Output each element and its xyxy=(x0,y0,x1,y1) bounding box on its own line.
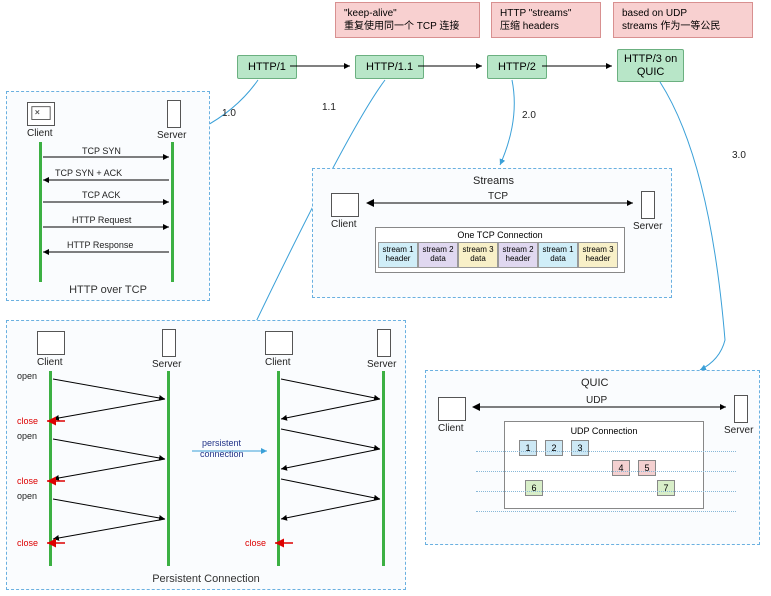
flow-label-30: 3.0 xyxy=(732,150,746,161)
callout-quic: based on UDP streams 作为一等公民 xyxy=(613,2,753,38)
flow-label-20: 2.0 xyxy=(522,110,536,121)
stream-cells-row: stream 1headerstream 2datastream 3datast… xyxy=(378,242,622,268)
node-http3: HTTP/3 on QUIC xyxy=(617,49,684,82)
label-open: open xyxy=(17,431,37,441)
udp-label: UDP xyxy=(586,395,607,406)
quic-packet: 4 xyxy=(612,460,630,476)
quic-row-2: 45 xyxy=(511,460,697,480)
quic-packet: 3 xyxy=(571,440,589,456)
label-close: close xyxy=(17,538,38,548)
quic-row-1: 123 xyxy=(511,440,697,460)
dotted-line xyxy=(476,511,736,512)
http3-line1: HTTP/3 on xyxy=(624,53,677,66)
node-http2: HTTP/2 xyxy=(487,55,547,79)
dotted-line xyxy=(476,471,736,472)
stream-cell: stream 3data xyxy=(458,242,498,268)
callout-keepalive: "keep-alive" 重复使用同一个 TCP 连接 xyxy=(335,2,480,38)
panel-streams: Streams Client Server TCP One TCP Connec… xyxy=(312,168,672,298)
label-close: close xyxy=(245,538,266,548)
node-http11: HTTP/1.1 xyxy=(355,55,424,79)
one-tcp-title: One TCP Connection xyxy=(378,230,622,240)
callout-streams: HTTP "streams" 压缩 headers xyxy=(491,2,601,38)
panel-http-over-tcp: HTTP over TCP Client Server TCP SYN TCP … xyxy=(6,91,210,301)
quic-packet: 1 xyxy=(519,440,537,456)
panel-quic: QUIC Client Server UDP UDP Connection 12… xyxy=(425,370,760,545)
quic-row-3: 67 xyxy=(511,480,697,500)
quic-packet: 7 xyxy=(657,480,675,496)
msg-ack: TCP ACK xyxy=(82,190,120,200)
udp-conn-title: UDP Connection xyxy=(511,426,697,436)
stream-cell: stream 2data xyxy=(418,242,458,268)
dotted-line xyxy=(476,451,736,452)
pc-label2: connection xyxy=(200,449,244,459)
http3-line2: QUIC xyxy=(624,66,677,79)
callout-line: 压缩 headers xyxy=(500,20,592,33)
quic-packet: 5 xyxy=(638,460,656,476)
flow-label-11: 1.1 xyxy=(322,102,336,113)
udp-conn-box: UDP Connection 123 45 67 xyxy=(504,421,704,509)
label-close: close xyxy=(17,476,38,486)
label-close: close xyxy=(17,416,38,426)
label-open: open xyxy=(17,371,37,381)
stream-cell: stream 3header xyxy=(578,242,618,268)
callout-line: based on UDP xyxy=(622,7,744,20)
stream-cell: stream 1header xyxy=(378,242,418,268)
pc-label1: persistent xyxy=(202,438,241,448)
callout-line: "keep-alive" xyxy=(344,7,471,20)
dotted-line xyxy=(476,491,736,492)
quic-packet: 6 xyxy=(525,480,543,496)
callout-line: 重复使用同一个 TCP 连接 xyxy=(344,20,471,33)
msg-res: HTTP Response xyxy=(67,240,133,250)
callout-line: streams 作为一等公民 xyxy=(622,20,744,33)
quic-packet: 2 xyxy=(545,440,563,456)
stream-cell: stream 1data xyxy=(538,242,578,268)
panel-persistent: Persistent Connection Client Server Clie… xyxy=(6,320,406,590)
msg-syn: TCP SYN xyxy=(82,146,121,156)
msg-req: HTTP Request xyxy=(72,215,131,225)
callout-line: HTTP "streams" xyxy=(500,7,592,20)
msg-synack: TCP SYN + ACK xyxy=(55,168,122,178)
label-open: open xyxy=(17,491,37,501)
tcp-label: TCP xyxy=(488,191,508,202)
flow-label-10: 1.0 xyxy=(222,108,236,119)
node-http1: HTTP/1 xyxy=(237,55,297,79)
one-tcp-box: One TCP Connection stream 1headerstream … xyxy=(375,227,625,273)
stream-cell: stream 2header xyxy=(498,242,538,268)
